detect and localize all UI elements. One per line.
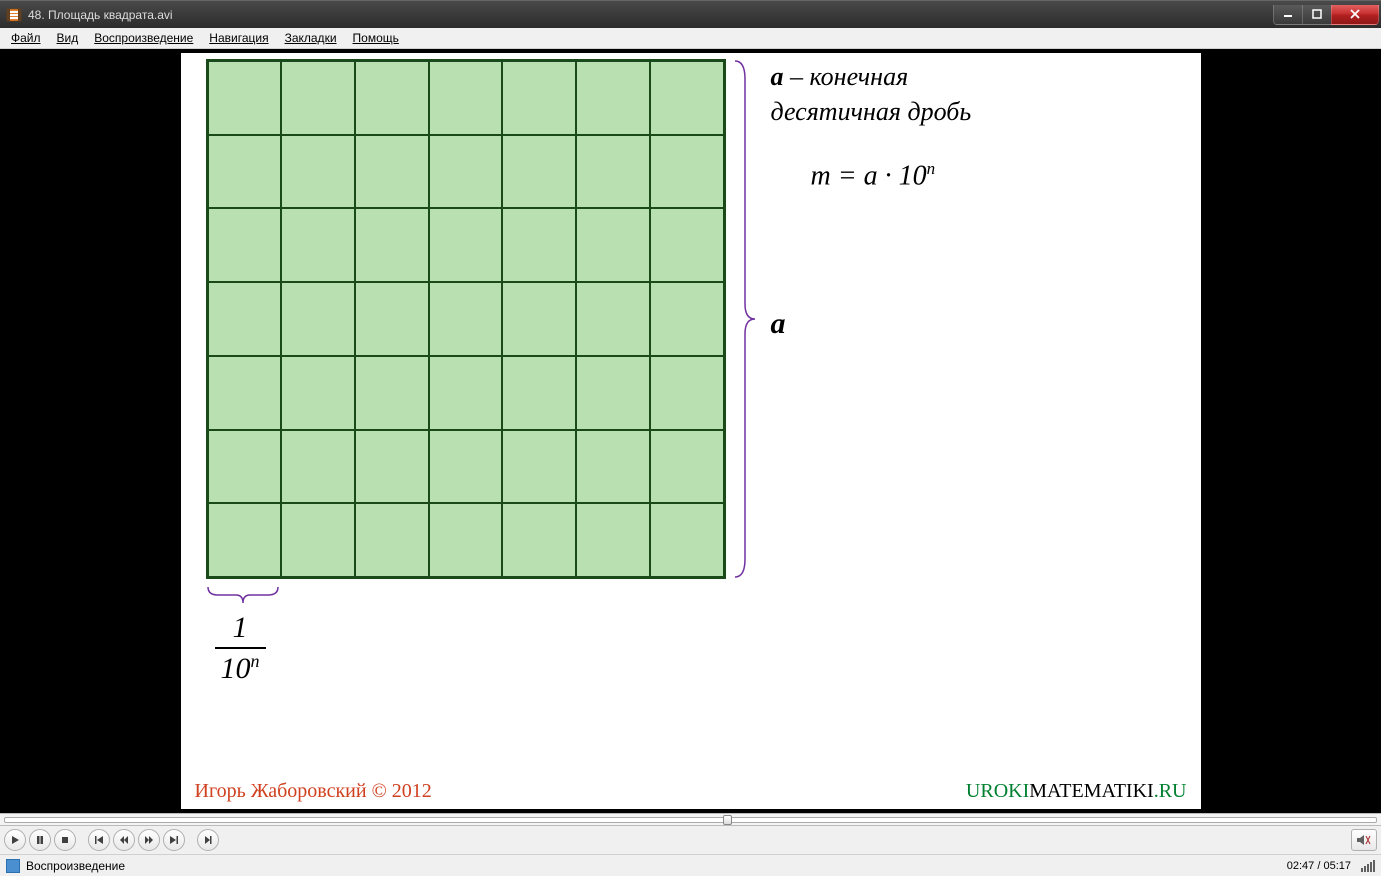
menu-help[interactable]: Помощь <box>346 29 406 47</box>
grid-square <box>206 59 726 579</box>
maximize-button[interactable] <box>1302 5 1332 25</box>
time-display: 02:47 / 05:17 <box>1287 860 1351 872</box>
video-area[interactable]: a 1 10n a – конечная десятичная дробь m … <box>0 49 1381 813</box>
minimize-button[interactable] <box>1273 5 1303 25</box>
window-title: 48. Площадь квадрата.avi <box>28 8 173 22</box>
brace-bottom-icon <box>206 583 280 607</box>
formula-text: m = a · 10n <box>811 159 936 192</box>
seekbar[interactable] <box>0 813 1381 826</box>
slide-content: a 1 10n a – конечная десятичная дробь m … <box>181 53 1201 809</box>
seek-track[interactable] <box>4 817 1377 823</box>
status-left: Воспроизведение <box>6 859 125 873</box>
brace-label-a: a <box>771 307 786 341</box>
pause-button[interactable] <box>29 829 51 851</box>
close-button[interactable] <box>1331 5 1379 25</box>
menu-view[interactable]: Вид <box>50 29 86 47</box>
seek-thumb[interactable] <box>723 815 732 825</box>
rewind-button[interactable] <box>113 829 135 851</box>
mute-button[interactable] <box>1351 829 1377 851</box>
fraction-numerator: 1 <box>215 611 266 645</box>
next-track-button[interactable] <box>163 829 185 851</box>
controls-bar <box>0 826 1381 854</box>
prev-track-button[interactable] <box>88 829 110 851</box>
site-text: UROKIMATEMATIKI.RU <box>966 780 1187 803</box>
fraction-denominator: 10n <box>215 651 266 686</box>
signal-icon <box>1361 860 1375 872</box>
status-label: Воспроизведение <box>26 859 125 873</box>
status-icon <box>6 859 20 873</box>
credit-text: Игорь Жаборовский © 2012 <box>195 780 432 803</box>
window-controls <box>1274 5 1379 25</box>
menu-navigate[interactable]: Навигация <box>202 29 275 47</box>
menu-file[interactable]: Файл <box>4 29 48 47</box>
play-button[interactable] <box>4 829 26 851</box>
menu-favorites[interactable]: Закладки <box>278 29 344 47</box>
app-icon <box>6 7 22 23</box>
stop-button[interactable] <box>54 829 76 851</box>
status-right: 02:47 / 05:17 <box>1287 860 1375 872</box>
titlebar-left: 48. Площадь квадрата.avi <box>0 7 173 23</box>
step-button[interactable] <box>197 829 219 851</box>
definition-text: a – конечная десятичная дробь <box>771 59 972 129</box>
menubar: Файл Вид Воспроизведение Навигация Закла… <box>0 28 1381 49</box>
fraction-label: 1 10n <box>215 611 266 686</box>
statusbar: Воспроизведение 02:47 / 05:17 <box>0 854 1381 876</box>
menu-play[interactable]: Воспроизведение <box>87 29 200 47</box>
window-titlebar: 48. Площадь квадрата.avi <box>0 0 1381 28</box>
brace-right-icon <box>731 59 759 579</box>
forward-button[interactable] <box>138 829 160 851</box>
